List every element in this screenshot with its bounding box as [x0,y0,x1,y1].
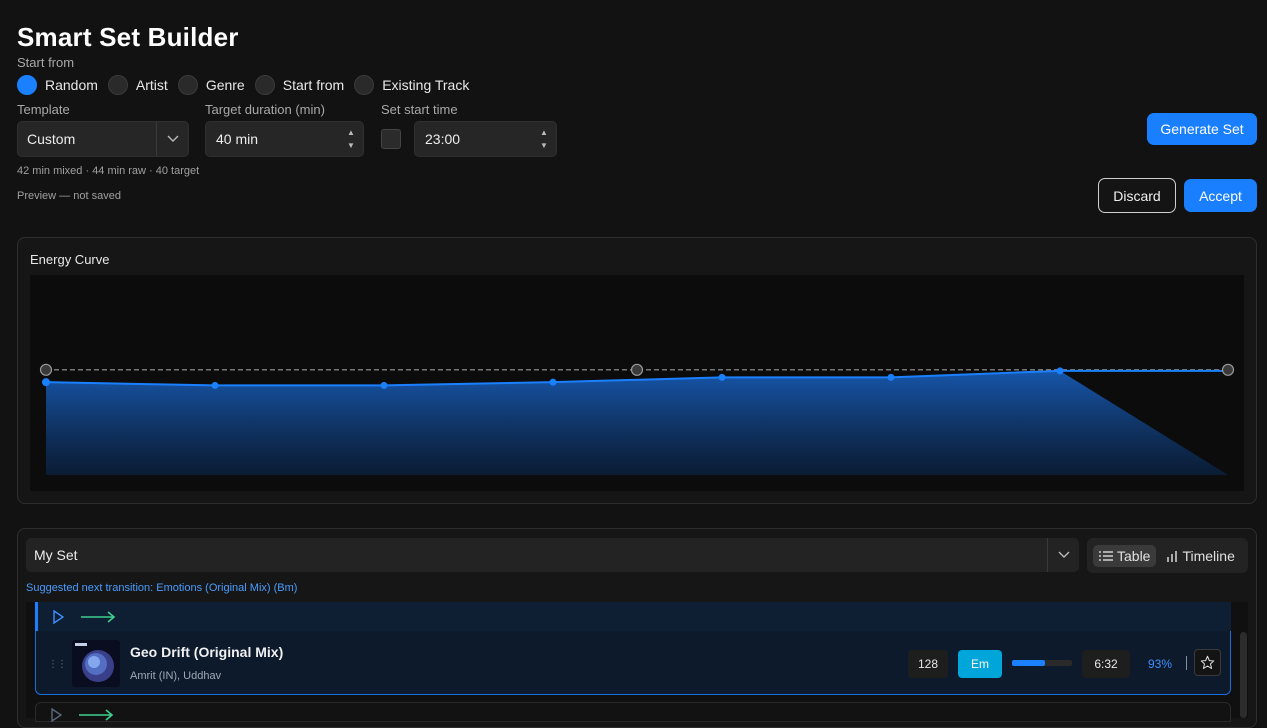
tab-table-label: Table [1117,547,1151,564]
radio-artist-label: Artist [135,77,168,93]
radio-artist[interactable]: Artist [107,75,168,95]
chevron-down-icon[interactable] [1047,538,1079,572]
chevron-up-icon[interactable]: ▲ [347,126,355,139]
tab-timeline[interactable]: Timeline [1160,545,1240,567]
energy-point [211,381,219,389]
suggested-transition-text: Suggested next transition: Emotions (Ori… [26,582,298,594]
radio-genre[interactable]: Genre [177,75,245,95]
start-time-stepper[interactable]: 23:00 ▲ ▼ [414,121,557,157]
page-title: Smart Set Builder [17,22,239,52]
album-art [72,640,120,687]
bpm-badge: 128 [908,650,948,678]
radio-random-label: Random [45,77,98,93]
energy-point [380,381,388,389]
radio-random-dot[interactable] [17,75,37,95]
view-toggle: Table Timeline [1087,538,1248,573]
set-stats-text: 42 min mixed · 44 min raw · 40 target [17,165,200,177]
duration-value: 40 min [216,131,259,147]
play-icon[interactable] [52,610,64,624]
tab-table[interactable]: Table [1093,544,1157,567]
chevron-down-icon[interactable]: ▼ [540,139,548,152]
energy-point [549,378,557,386]
radio-existing-track[interactable]: Existing Track [354,75,469,95]
duration-stepper-arrows[interactable]: ▲ ▼ [339,122,363,156]
star-icon [1200,655,1215,669]
energy-curve-plot[interactable] [30,275,1244,491]
chevron-down-icon[interactable] [156,122,188,156]
template-label: Template [17,102,70,117]
energy-meter-fill [1012,660,1045,666]
duration-label: Target duration (min) [205,102,325,117]
start-from-radio-group: Random Artist Genre Start from Existing … [17,73,479,97]
radio-artist-dot[interactable] [107,75,128,95]
chevron-down-icon[interactable]: ▼ [347,139,355,152]
radio-start-from[interactable]: Start from [254,75,345,95]
match-percent: 93% [1148,657,1173,671]
generate-set-button[interactable]: Generate Set [1147,113,1257,145]
start-time-value: 23:00 [425,131,461,147]
track-title: Geo Drift (Original Mix) [130,644,284,660]
start-from-label: Start from [17,55,75,70]
list-icon [1099,550,1113,561]
discard-button[interactable]: Discard [1098,178,1176,213]
bar-chart-icon [1167,550,1178,562]
preview-status-text: Preview — not saved [17,190,121,202]
radio-start-from-dot[interactable] [254,75,275,95]
divider [1186,656,1187,670]
radio-existing-track-label: Existing Track [382,77,470,93]
favorite-button[interactable] [1194,649,1221,676]
chevron-up-icon[interactable]: ▲ [540,126,548,139]
scrollbar[interactable] [1240,632,1247,718]
transition-arrow-icon [79,709,114,721]
radio-genre-label: Genre [205,77,245,93]
energy-curve-svg[interactable] [30,275,1244,491]
energy-curve-title: Energy Curve [30,252,110,267]
start-time-label: Set start time [381,102,458,117]
transition-arrow-icon [81,611,116,623]
start-time-checkbox[interactable] [381,129,401,149]
template-select[interactable]: Custom [17,121,189,157]
target-handle [630,363,644,376]
start-time-stepper-arrows[interactable]: ▲ ▼ [532,122,556,156]
play-icon[interactable] [50,708,62,722]
energy-point [42,378,50,387]
accept-button[interactable]: Accept [1184,179,1257,212]
transition-row [35,602,1231,631]
radio-start-from-label: Start from [282,77,345,93]
radio-existing-track-dot[interactable] [354,75,375,95]
radio-random[interactable]: Random [17,75,98,95]
radio-genre-dot[interactable] [177,75,198,95]
energy-area [46,370,1228,475]
next-transition-row [35,702,1231,722]
track-duration: 6:32 [1082,650,1130,678]
energy-meter [1012,660,1072,666]
set-name: My Set [34,547,78,563]
drag-handle-icon[interactable]: ⋮⋮ [48,659,67,670]
target-handle [39,363,53,376]
template-value: Custom [27,131,76,147]
energy-point [718,373,726,381]
target-handle [1221,363,1235,376]
set-select[interactable]: My Set [26,538,1079,572]
key-badge: Em [958,650,1002,678]
energy-point [1056,367,1064,375]
energy-point [887,373,895,381]
track-artist: Amrit (IN), Uddhav [130,670,222,682]
duration-stepper[interactable]: 40 min ▲ ▼ [205,121,364,157]
tab-timeline-label: Timeline [1182,547,1235,564]
